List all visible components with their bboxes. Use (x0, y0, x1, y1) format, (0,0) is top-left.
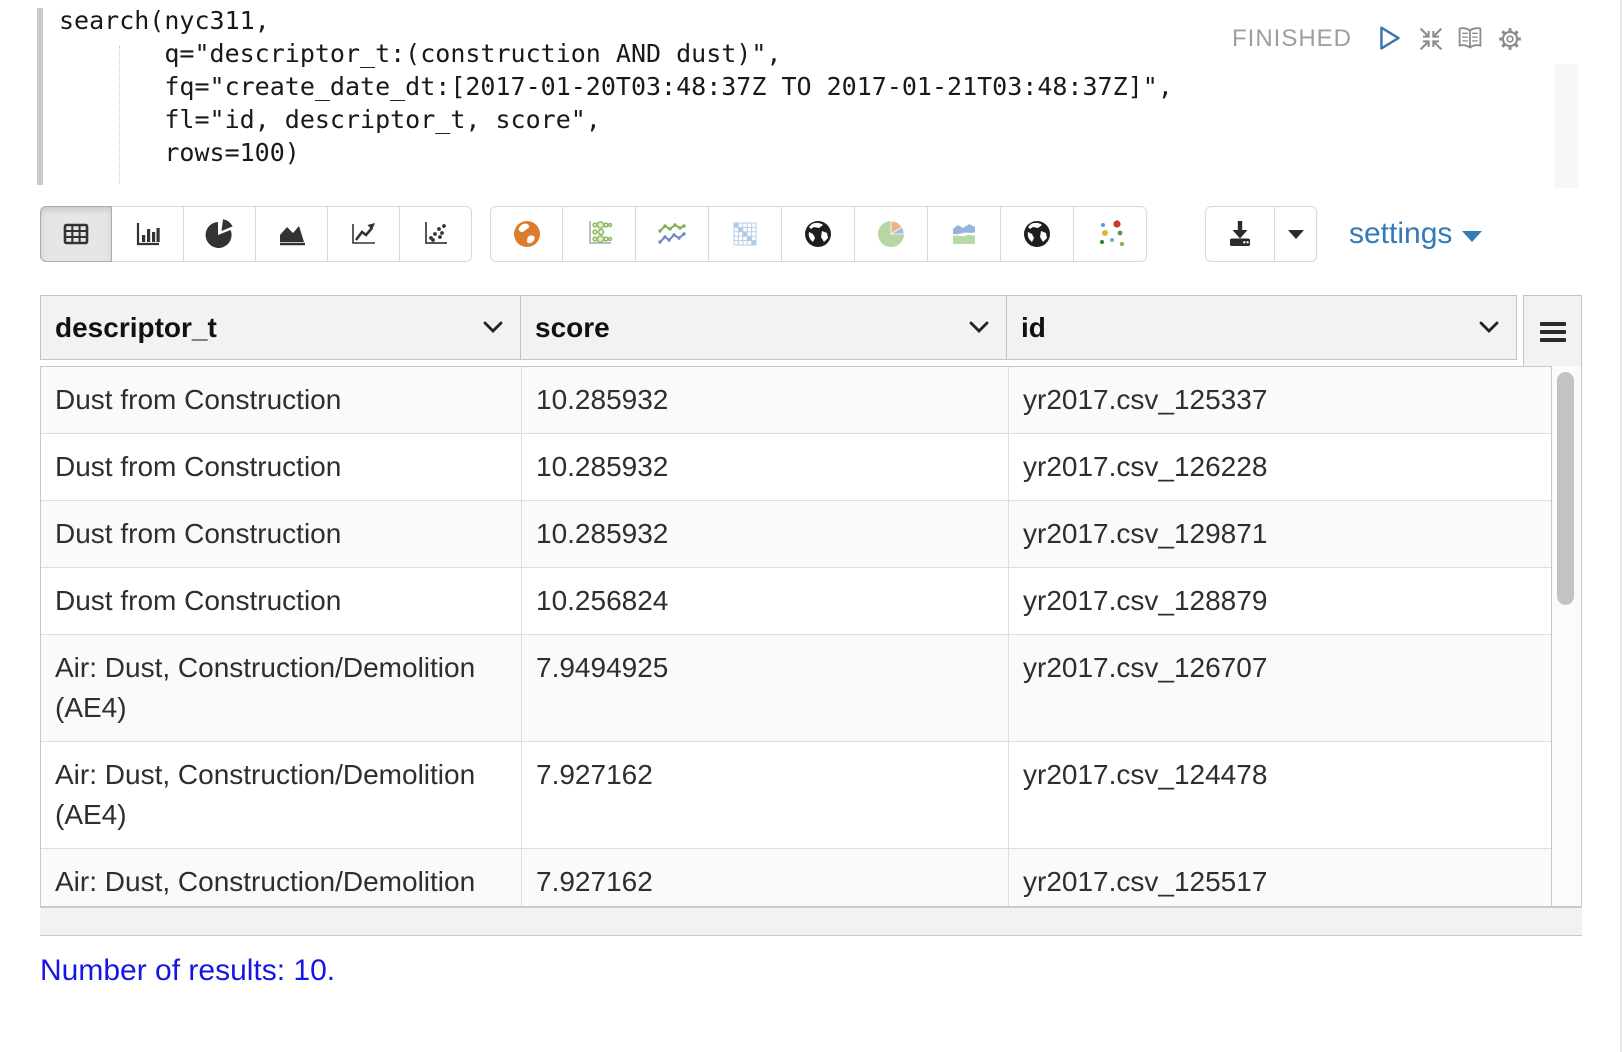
table-cell-id: yr2017.csv_128879 (1009, 568, 1551, 634)
viz-button-globe-map-2[interactable] (1001, 206, 1074, 262)
table-body: Dust from Construction10.285932yr2017.cs… (40, 366, 1552, 907)
viz-button-table[interactable] (40, 206, 112, 262)
book-icon[interactable] (1453, 22, 1487, 56)
viz-button-line-chart[interactable] (328, 206, 400, 262)
viz-button-bar-chart[interactable] (112, 206, 184, 262)
settings-label: settings (1349, 217, 1452, 251)
table-row: Air: Dust, Construction/Demolition (AE4)… (41, 635, 1551, 742)
viz-button-multi-line-chart[interactable] (636, 206, 709, 262)
settings-toggle[interactable]: settings (1349, 217, 1482, 251)
table-cell-descriptor_t: Dust from Construction (41, 367, 522, 433)
multi-line-chart-icon (654, 216, 690, 252)
globe-dark-icon (800, 216, 836, 252)
scatter-color-icon (1092, 216, 1128, 252)
table-row: Air: Dust, Construction/Demolition (AE4)… (41, 742, 1551, 849)
table-row: Dust from Construction10.285932yr2017.cs… (41, 434, 1551, 501)
table-row: Dust from Construction10.285932yr2017.cs… (41, 367, 1551, 434)
column-header-label: score (535, 312, 610, 344)
table-cell-descriptor_t: Air: Dust, Construction/Demolition (41, 849, 522, 907)
table-cell-descriptor_t: Dust from Construction (41, 568, 522, 634)
table-menu-button[interactable] (1523, 295, 1582, 368)
table-cell-descriptor_t: Dust from Construction (41, 501, 522, 567)
viz-button-scatter-chart[interactable] (400, 206, 472, 262)
code-editor[interactable]: search(nyc311, q="descriptor_t:(construc… (59, 4, 1173, 169)
chevron-down-icon[interactable] (968, 320, 990, 335)
table-cell-score: 7.9494925 (522, 635, 1009, 741)
chevron-down-icon[interactable] (1478, 320, 1500, 335)
chart-type-group-primary (40, 206, 472, 262)
scatter-chart-icon (418, 216, 454, 252)
column-header-descriptor_t[interactable]: descriptor_t (40, 295, 521, 360)
table-cell-score: 10.285932 (522, 367, 1009, 433)
area-chart-icon (274, 216, 310, 252)
column-header-id[interactable]: id (1006, 295, 1517, 360)
vertical-scrollbar-track (1552, 366, 1582, 907)
globe-dark-icon (1019, 216, 1055, 252)
viz-button-globe-map[interactable] (782, 206, 855, 262)
chart-type-group-plugins (490, 206, 1147, 262)
viz-button-map-orange[interactable] (490, 206, 563, 262)
window-edge-divider (1620, 0, 1622, 1052)
compress-icon[interactable] (1414, 22, 1448, 56)
code-scrollbar-track[interactable] (1554, 64, 1578, 188)
bubble-chart-icon (581, 216, 617, 252)
table-cell-score: 10.285932 (522, 501, 1009, 567)
table-cell-descriptor_t: Air: Dust, Construction/Demolition (AE4) (41, 742, 522, 848)
line-chart-icon (346, 216, 382, 252)
matrix-chart-icon (727, 216, 763, 252)
table-cell-score: 10.285932 (522, 434, 1009, 500)
status-badge: FINISHED (1232, 25, 1352, 53)
caret-down-icon (1462, 231, 1482, 242)
viz-button-matrix-chart[interactable] (709, 206, 782, 262)
pie-chart-icon (202, 216, 238, 252)
viz-button-pie-chart[interactable] (184, 206, 256, 262)
horizontal-scrollbar-track (40, 907, 1582, 936)
table-cell-id: yr2017.csv_125517 (1009, 849, 1551, 907)
download-button[interactable] (1205, 206, 1275, 262)
viz-button-area-chart[interactable] (256, 206, 328, 262)
table-cell-id: yr2017.csv_129871 (1009, 501, 1551, 567)
vertical-scrollbar-thumb[interactable] (1557, 372, 1574, 605)
chevron-down-icon[interactable] (482, 320, 504, 335)
table-row: Dust from Construction10.285932yr2017.cs… (41, 501, 1551, 568)
gear-icon[interactable] (1493, 22, 1527, 56)
table-cell-id: yr2017.csv_126228 (1009, 434, 1551, 500)
viz-button-pie-chart-pastel[interactable] (855, 206, 928, 262)
table-cell-score: 7.927162 (522, 849, 1009, 907)
viz-button-scatter-color[interactable] (1074, 206, 1147, 262)
table-icon (58, 216, 94, 252)
table-cell-score: 7.927162 (522, 742, 1009, 848)
bar-chart-icon (130, 216, 166, 252)
column-header-label: id (1021, 312, 1046, 344)
map-orange-icon (509, 216, 545, 252)
table-cell-id: yr2017.csv_125337 (1009, 367, 1551, 433)
table-row: Air: Dust, Construction/Demolition7.9271… (41, 849, 1551, 907)
pie-pastel-icon (873, 216, 909, 252)
results-count-text: Number of results: 10. (40, 954, 335, 988)
table-header-row: descriptor_t score id (40, 295, 1517, 360)
code-gutter-bar (37, 8, 43, 185)
column-header-label: descriptor_t (55, 312, 217, 344)
area-pastel-icon (946, 216, 982, 252)
indent-guide (119, 46, 120, 184)
download-split-button (1205, 206, 1317, 262)
run-button[interactable] (1372, 22, 1406, 56)
viz-button-bubble-chart[interactable] (563, 206, 636, 262)
table-cell-descriptor_t: Air: Dust, Construction/Demolition (AE4) (41, 635, 522, 741)
table-cell-score: 10.256824 (522, 568, 1009, 634)
table-cell-descriptor_t: Dust from Construction (41, 434, 522, 500)
download-caret-button[interactable] (1275, 206, 1317, 262)
table-row: Dust from Construction10.256824yr2017.cs… (41, 568, 1551, 635)
column-header-score[interactable]: score (520, 295, 1007, 360)
table-cell-id: yr2017.csv_124478 (1009, 742, 1551, 848)
viz-button-area-chart-pastel[interactable] (928, 206, 1001, 262)
table-cell-id: yr2017.csv_126707 (1009, 635, 1551, 741)
